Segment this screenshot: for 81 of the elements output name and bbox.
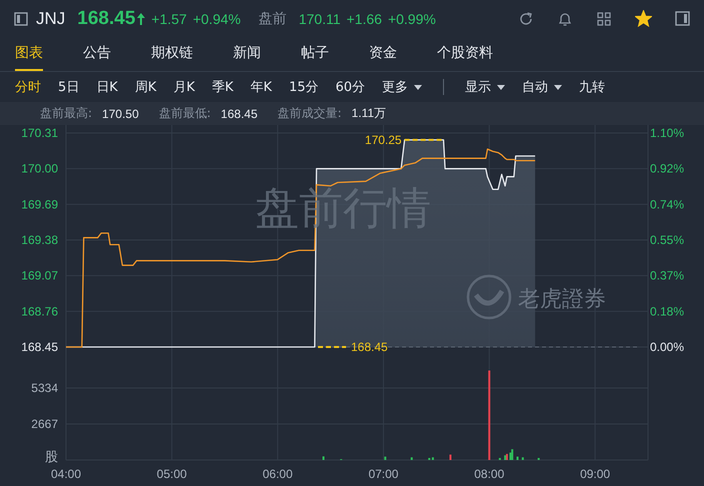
period-tab[interactable]: 60分 <box>335 78 366 96</box>
tab[interactable]: 新闻 <box>233 37 261 71</box>
premarket-change: +1.66 <box>346 10 382 26</box>
period-tab[interactable]: 5日 <box>58 78 80 96</box>
price-change: +1.57 <box>151 10 187 26</box>
high-price-label: 170.25 <box>364 132 402 147</box>
low-marker-line <box>318 346 346 348</box>
period-tab[interactable]: 分时 <box>15 78 41 96</box>
tiger-logo-icon <box>466 274 512 320</box>
time-axis-label: 07:00 <box>368 467 398 481</box>
volume-unit-label: 股 <box>45 450 58 465</box>
volume-bar <box>516 456 519 460</box>
premarket-label: 盘前 <box>258 10 287 28</box>
period-tab[interactable]: 更多 <box>382 78 422 96</box>
grid-icon[interactable] <box>596 10 612 26</box>
stat-label: 盘前最高: <box>40 105 92 122</box>
period-tab[interactable]: 月K <box>173 78 195 96</box>
volume-bar <box>410 457 413 460</box>
caret-icon <box>414 84 422 90</box>
volume-bar <box>322 456 324 460</box>
high-marker-line <box>404 138 444 141</box>
tab[interactable]: 期权链 <box>151 37 193 71</box>
volume-axis-label: 5334 <box>31 381 58 395</box>
price-axis-label: 168.76 <box>21 304 58 318</box>
volume-axis-label: 2667 <box>31 417 58 431</box>
volume-bar <box>498 458 501 460</box>
time-axis-label: 06:00 <box>262 467 293 481</box>
premarket-change-percent: +0.99% <box>388 10 436 26</box>
stat-value: 1.11万 <box>352 105 386 122</box>
display-control[interactable]: 显示 <box>465 78 506 96</box>
volume-bar <box>522 457 524 460</box>
price-axis-label: 168.45 <box>21 340 58 354</box>
time-axis-label: 08:00 <box>474 467 504 481</box>
stat-label: 盘前最低: <box>158 105 211 122</box>
price-axis-label: 169.69 <box>21 197 58 212</box>
up-arrow-icon <box>137 12 146 24</box>
ticker-symbol: JNJ <box>36 8 66 28</box>
time-axis-label: 05:00 <box>156 467 187 481</box>
period-tab[interactable]: 季K <box>212 78 234 96</box>
volume-bar <box>449 454 452 460</box>
stat-value: 168.45 <box>220 106 258 120</box>
price-change-percent: +0.94% <box>192 10 241 26</box>
sidebar-toggle-icon[interactable] <box>14 12 28 26</box>
percent-axis-label: 0.00% <box>650 340 684 354</box>
percent-axis-label: 0.55% <box>650 233 684 247</box>
tab[interactable]: 公告 <box>83 37 111 71</box>
percent-axis-label: 0.92% <box>650 162 684 176</box>
tab[interactable]: 个股资料 <box>437 37 493 71</box>
stat-value: 170.50 <box>102 106 139 120</box>
time-axis-label: 09:00 <box>580 467 610 481</box>
refresh-icon[interactable] <box>518 10 534 26</box>
percent-axis-label: 0.18% <box>650 304 684 318</box>
price-axis-label: 170.31 <box>21 126 58 140</box>
period-tab[interactable]: 年K <box>250 78 272 96</box>
percent-axis-label: 0.74% <box>650 197 684 212</box>
tab[interactable]: 资金 <box>369 37 397 71</box>
period-tab[interactable]: 15分 <box>288 78 318 96</box>
display-control[interactable]: 九转 <box>579 78 606 96</box>
tab[interactable]: 帖子 <box>301 37 329 71</box>
percent-axis-label: 1.10% <box>650 126 684 140</box>
volume-bar <box>538 458 540 460</box>
volume-bar <box>384 456 386 460</box>
period-tab[interactable]: 周K <box>134 78 156 96</box>
percent-axis-label: 0.37% <box>650 268 684 283</box>
low-price-label: 168.45 <box>351 340 388 354</box>
period-tab[interactable]: 日K <box>96 78 118 96</box>
price-axis-label: 169.07 <box>21 268 58 283</box>
bell-icon[interactable] <box>557 10 573 26</box>
price-axis-label: 170.00 <box>21 162 58 176</box>
tab[interactable]: 图表 <box>15 37 43 71</box>
last-price: 168.45 <box>77 8 136 30</box>
premarket-price: 170.11 <box>298 10 340 26</box>
star-icon[interactable] <box>635 10 652 27</box>
display-control[interactable]: 自动 <box>522 78 562 96</box>
time-axis-label: 04:00 <box>50 467 82 481</box>
price-axis-label: 169.38 <box>21 233 58 247</box>
stat-label: 盘前成交量: <box>278 105 342 122</box>
caret-icon <box>554 84 562 90</box>
caret-icon <box>497 84 506 90</box>
panel-toggle-icon[interactable] <box>675 11 690 26</box>
brand-watermark: 老虎證券 <box>518 287 606 312</box>
